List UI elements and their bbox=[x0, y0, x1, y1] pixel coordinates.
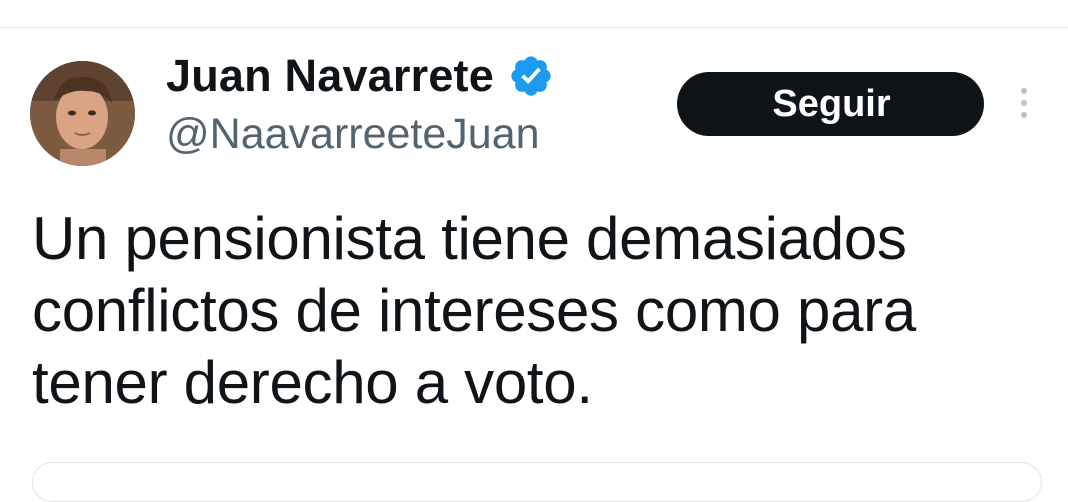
tweet: Juan Navarrete @NaavarreeteJuan Seguir U… bbox=[0, 0, 1068, 502]
display-name[interactable]: Juan Navarrete bbox=[166, 50, 494, 102]
avatar-photo bbox=[30, 61, 135, 166]
author-info: Juan Navarrete @NaavarreeteJuan bbox=[166, 48, 554, 159]
quoted-card-edge[interactable] bbox=[32, 462, 1042, 502]
avatar[interactable] bbox=[30, 61, 135, 166]
tweet-text: Un pensionista tiene demasiados conflict… bbox=[32, 205, 916, 416]
follow-button[interactable]: Seguir bbox=[677, 72, 984, 136]
name-row: Juan Navarrete bbox=[166, 48, 554, 104]
verified-badge-icon bbox=[508, 53, 554, 99]
handle[interactable]: @NaavarreeteJuan bbox=[166, 110, 554, 159]
more-vertical-icon[interactable] bbox=[1014, 86, 1034, 122]
